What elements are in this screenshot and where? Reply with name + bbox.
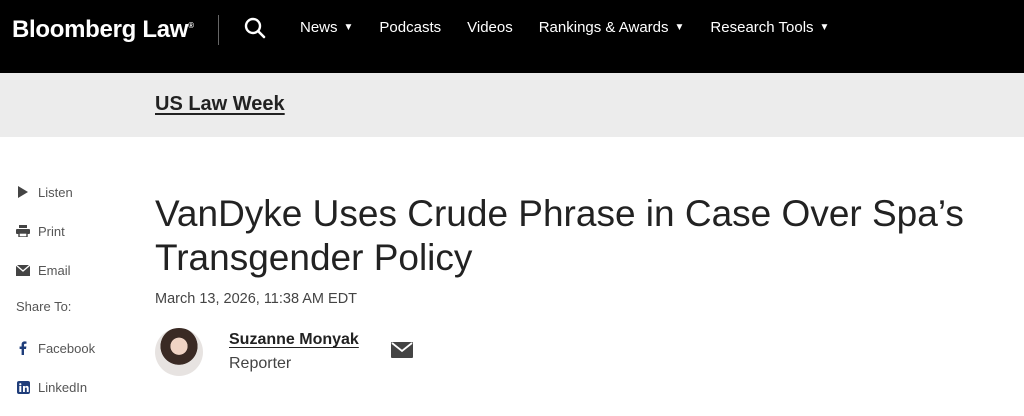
nav-videos[interactable]: Videos [467, 19, 513, 36]
author-byline: Suzanne Monyak Reporter [155, 328, 413, 376]
top-navigation-bar: Bloomberg Law® News ▼ Podcasts Videos Ran… [0, 0, 1024, 73]
linkedin-label: LinkedIn [38, 379, 88, 395]
chevron-down-icon: ▼ [819, 22, 830, 33]
author-avatar[interactable] [155, 328, 203, 376]
nav-videos-label: Videos [467, 19, 513, 36]
listen-label: Listen [38, 184, 73, 200]
author-role: Reporter [229, 355, 292, 372]
bloomberg-law-logo[interactable]: Bloomberg Law® [12, 16, 194, 44]
nav-rankings-awards[interactable]: Rankings & Awards ▼ [539, 19, 685, 36]
article-headline: VanDyke Uses Crude Phrase in Case Over S… [155, 193, 964, 278]
nav-news-label: News [300, 19, 338, 36]
facebook-label: Facebook [38, 340, 96, 356]
email-author-icon[interactable] [390, 342, 413, 358]
nav-news[interactable]: News ▼ [300, 19, 353, 36]
logo-trademark: ® [188, 21, 194, 30]
play-icon [16, 185, 30, 199]
mail-icon [16, 263, 30, 277]
nav-rankings-label: Rankings & Awards [538, 19, 669, 36]
listen-button[interactable]: Listen [16, 182, 136, 202]
facebook-icon [16, 341, 30, 355]
chevron-down-icon: ▼ [343, 22, 354, 33]
share-linkedin-button[interactable]: LinkedIn [16, 377, 136, 397]
search-icon[interactable] [244, 17, 266, 39]
nav-research-label: Research Tools [710, 19, 814, 36]
header-divider [218, 15, 219, 45]
logo-text: Bloomberg Law [12, 16, 189, 43]
section-link-us-law-week[interactable]: US Law Week [155, 93, 285, 116]
share-facebook-button[interactable]: Facebook [16, 338, 136, 358]
article-tools-sidebar: Listen Print Email Share To: Facebook Li… [16, 182, 136, 416]
linkedin-icon [16, 380, 30, 394]
nav-research-tools[interactable]: Research Tools ▼ [710, 19, 829, 36]
nav-podcasts-label: Podcasts [379, 19, 442, 36]
printer-icon [16, 224, 30, 238]
email-label: Email [38, 262, 71, 278]
author-info: Suzanne Monyak Reporter [229, 331, 359, 373]
share-to-label: Share To: [16, 299, 72, 314]
main-navigation: News ▼ Podcasts Videos Rankings & Awards ▼… [300, 19, 855, 36]
author-name-link[interactable]: Suzanne Monyak [229, 331, 359, 349]
article-dateline: March 13, 2026, 11:38 AM EDT [155, 291, 358, 307]
nav-podcasts[interactable]: Podcasts [379, 19, 441, 36]
section-bar: US Law Week [0, 73, 1024, 137]
email-button[interactable]: Email [16, 260, 136, 280]
chevron-down-icon: ▼ [674, 22, 685, 33]
print-label: Print [38, 223, 65, 239]
print-button[interactable]: Print [16, 221, 136, 241]
